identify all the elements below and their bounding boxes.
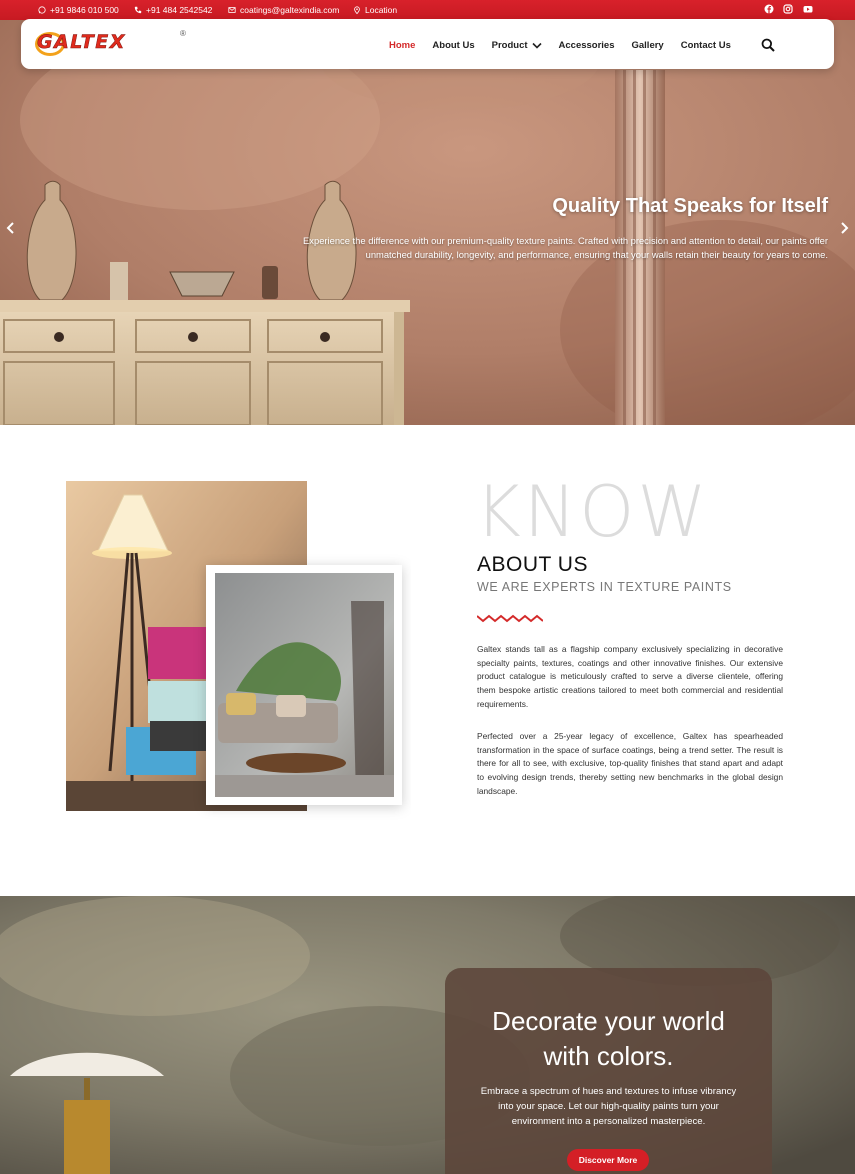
decorate-title-line2: with colors. <box>543 1041 674 1071</box>
living-room-image <box>215 573 394 797</box>
nav-home[interactable]: Home <box>389 40 415 51</box>
whatsapp-number: +91 9846 010 500 <box>50 5 119 15</box>
whatsapp-icon <box>38 6 46 14</box>
nav-about[interactable]: About Us <box>432 40 474 51</box>
whatsapp-contact[interactable]: +91 9846 010 500 <box>38 5 119 15</box>
nav-contact-label: Contact Us <box>680 40 731 51</box>
instagram-icon[interactable] <box>783 4 793 14</box>
logo-text: GALTEX <box>37 31 126 54</box>
nav-gallery-label: Gallery <box>631 40 664 51</box>
nav-gallery[interactable]: Gallery <box>632 40 664 51</box>
email-icon <box>228 7 236 13</box>
decorate-text: Embrace a spectrum of hues and textures … <box>480 1086 737 1127</box>
phone-number: +91 484 2542542 <box>146 5 213 15</box>
main-navbar: GALTEX ® Home About Us Product Accessori… <box>21 19 834 69</box>
arrow-left-icon[interactable] <box>5 221 17 235</box>
hero-title: Quality That Speaks for Itself <box>552 195 828 217</box>
nav-accessories-label: Accessories <box>558 40 615 51</box>
location-icon <box>354 6 360 14</box>
about-paragraph-1: Galtex stands tall as a flagship company… <box>477 644 783 709</box>
galtex-logo[interactable]: GALTEX ® <box>35 29 187 57</box>
location-label: Location <box>365 5 398 15</box>
about-title: ABOUT US <box>477 553 588 576</box>
chevron-down-icon <box>531 42 542 49</box>
phone-icon <box>134 6 142 14</box>
nav-menu: Home About Us Product Accessories Galler… <box>389 40 748 51</box>
arrow-right-icon[interactable] <box>838 221 850 235</box>
decorate-title: Decorate your world with colors. <box>445 1004 772 1074</box>
email-address: coatings@galtexindia.com <box>240 5 340 15</box>
top-contact-bar: +91 9846 010 500 +91 484 2542542 coating… <box>0 0 855 20</box>
nav-accessories[interactable]: Accessories <box>559 40 615 51</box>
youtube-icon[interactable] <box>803 4 813 14</box>
lamp-base <box>64 1100 110 1174</box>
email-contact[interactable]: coatings@galtexindia.com <box>228 5 339 15</box>
page: Quality That Speaks for Itself Experienc… <box>0 0 855 1174</box>
about-subtitle: WE ARE EXPERTS IN TEXTURE PAINTS <box>477 580 732 594</box>
nav-home-label: Home <box>389 40 416 51</box>
about-watermark: KNOW <box>475 471 710 553</box>
hero-description: Experience the difference with our premi… <box>303 235 828 260</box>
nav-about-label: About Us <box>432 40 475 51</box>
nav-product-label: Product <box>491 40 528 51</box>
about-images <box>66 481 402 811</box>
search-icon[interactable] <box>761 38 775 52</box>
logo-registered-mark: ® <box>180 29 186 38</box>
location-link[interactable]: Location <box>353 5 397 15</box>
nav-product[interactable]: Product <box>492 40 542 51</box>
decorate-title-line1: Decorate your world <box>492 1006 725 1036</box>
facebook-icon[interactable] <box>764 4 774 14</box>
about-paragraph-2: Perfected over a 25-year legacy of excel… <box>477 731 783 796</box>
zigzag-divider <box>477 614 543 623</box>
discover-more-button[interactable]: Discover More <box>567 1149 649 1171</box>
nav-contact[interactable]: Contact Us <box>681 40 731 51</box>
phone-contact[interactable]: +91 484 2542542 <box>134 5 212 15</box>
